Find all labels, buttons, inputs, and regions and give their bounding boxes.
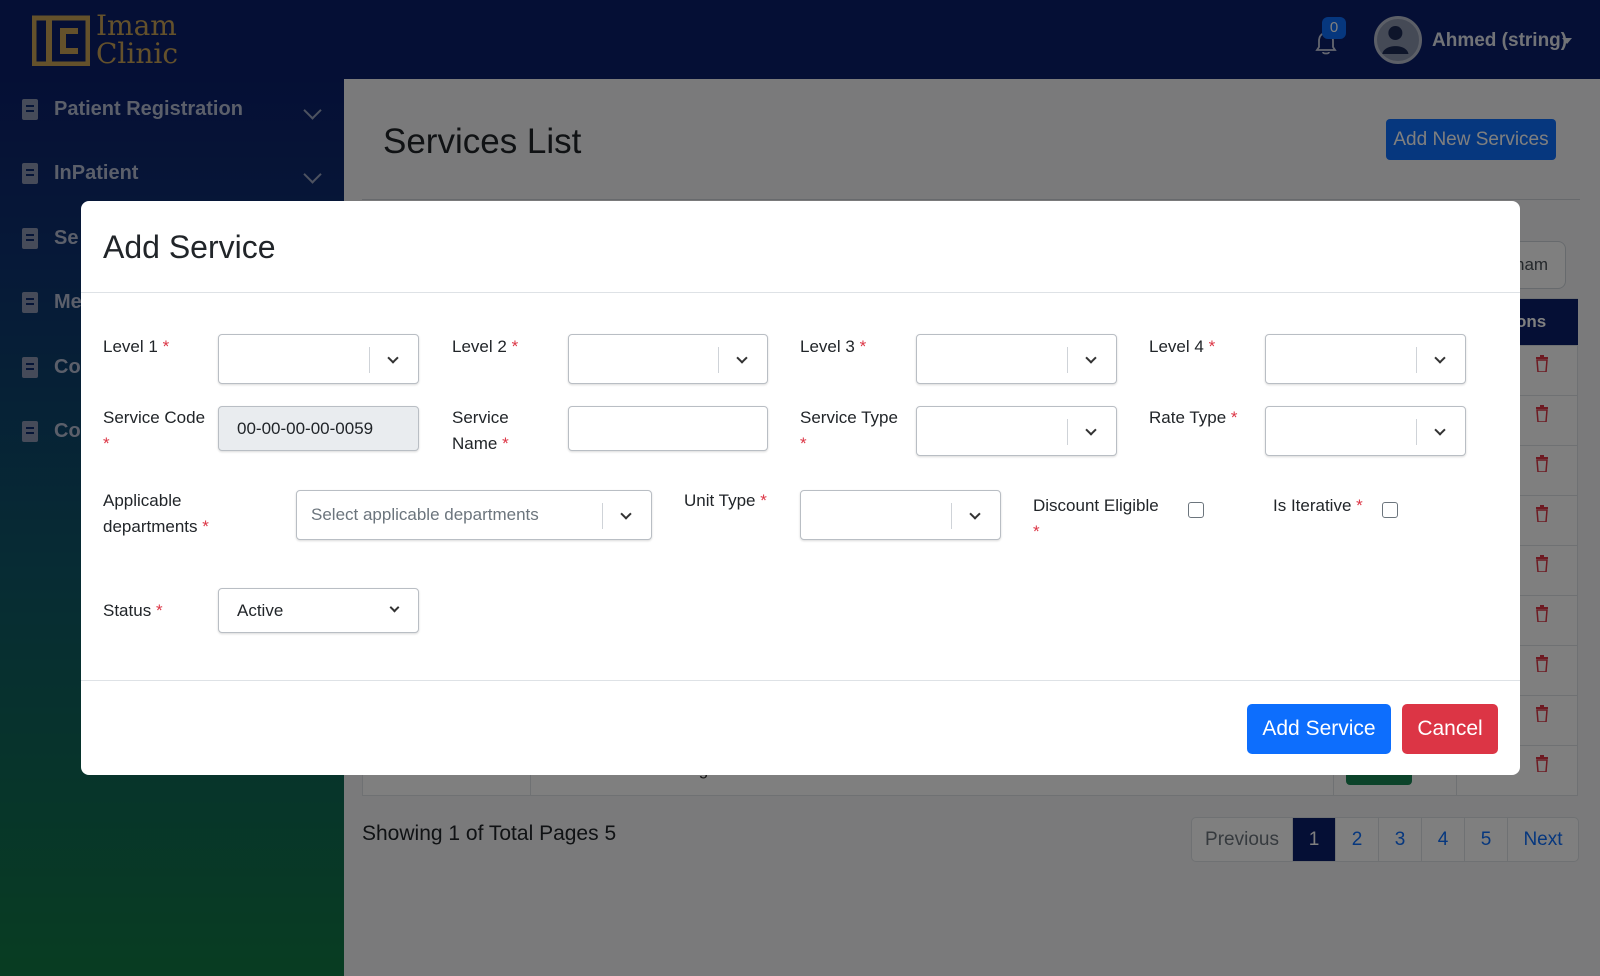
discount-eligible-checkbox[interactable] <box>1188 502 1204 518</box>
service-name-label: Service Name * <box>452 408 509 453</box>
service-code-field[interactable]: 00-00-00-00-0059 <box>218 406 419 451</box>
chevron-down-icon <box>1434 352 1446 364</box>
status-label: Status * <box>103 601 163 620</box>
level1-label: Level 1 * <box>103 337 170 356</box>
service-code-label: Service Code * <box>103 408 206 453</box>
service-type-label: Service Type * <box>800 408 898 453</box>
chevron-down-icon <box>387 352 399 364</box>
chevron-down-icon <box>1085 352 1097 364</box>
level4-label: Level 4 * <box>1149 337 1216 356</box>
add-service-button[interactable]: Add Service <box>1247 704 1391 754</box>
is-iterative-label: Is Iterative * <box>1273 496 1363 515</box>
chevron-down-icon <box>389 602 400 613</box>
level3-label: Level 3 * <box>800 337 867 356</box>
applicable-departments-placeholder: Select applicable departments <box>311 505 539 524</box>
modal-footer-divider <box>81 680 1520 681</box>
modal-header-divider <box>81 292 1520 293</box>
is-iterative-checkbox[interactable] <box>1382 502 1398 518</box>
modal-title: Add Service <box>103 229 276 265</box>
status-value: Active <box>237 601 284 620</box>
service-type-select[interactable] <box>916 406 1117 456</box>
chevron-down-icon <box>1085 424 1097 436</box>
add-service-modal: Add Service Level 1 * Level 2 * Level 3 … <box>81 201 1520 775</box>
chevron-down-icon <box>1434 424 1446 436</box>
chevron-down-icon <box>620 508 632 520</box>
level4-select[interactable] <box>1265 334 1466 384</box>
unit-type-label: Unit Type * <box>684 491 767 510</box>
chevron-down-icon <box>736 352 748 364</box>
discount-eligible-label: Discount Eligible * <box>1033 496 1159 541</box>
chevron-down-icon <box>969 508 981 520</box>
applicable-departments-label: Applicable departments * <box>103 491 209 536</box>
level1-select[interactable] <box>218 334 419 384</box>
unit-type-select[interactable] <box>800 490 1001 540</box>
status-select[interactable]: Active <box>218 588 419 633</box>
level2-label: Level 2 * <box>452 337 519 356</box>
cancel-button[interactable]: Cancel <box>1402 704 1498 754</box>
rate-type-label: Rate Type * <box>1149 408 1238 427</box>
applicable-departments-select[interactable]: Select applicable departments <box>296 490 652 540</box>
level2-select[interactable] <box>568 334 768 384</box>
service-name-input[interactable] <box>568 406 768 451</box>
level3-select[interactable] <box>916 334 1117 384</box>
rate-type-select[interactable] <box>1265 406 1466 456</box>
